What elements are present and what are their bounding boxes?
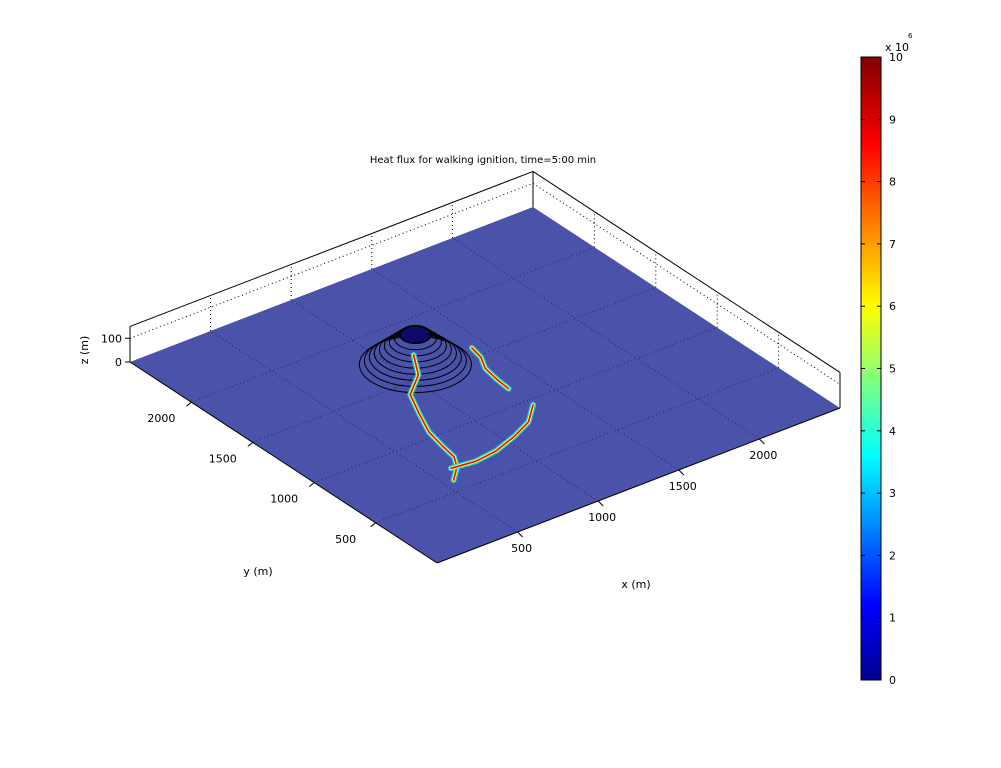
y-tick-mark <box>308 482 315 487</box>
plot-canvas: 500 1000 1500 2000 500 1000 1500 2000 0 100 Hea… <box>78 32 913 687</box>
colorbar-tick-label: 0 <box>889 674 896 687</box>
x-tick-mark <box>597 500 604 507</box>
x-tick-label: 500 <box>511 542 532 555</box>
x-tick-mark <box>678 469 685 476</box>
colorbar-tick-label: 1 <box>889 612 896 625</box>
colorbar: 012345678910 x 10 6 <box>860 32 913 687</box>
y-tick-mark <box>247 442 254 447</box>
y-tick-label: 1000 <box>270 493 298 506</box>
colorbar-exponent-label: x 10 <box>885 41 909 54</box>
colorbar-tick-label: 3 <box>889 487 896 500</box>
colorbar-tick-label: 5 <box>889 363 896 376</box>
z-tick-label: 100 <box>101 332 122 345</box>
y-tick-mark <box>186 401 192 407</box>
y-tick-label: 2000 <box>147 412 175 425</box>
colorbar-tick-label: 6 <box>889 300 896 313</box>
chart-title: Heat flux for walking ignition, time=5:0… <box>370 155 596 166</box>
x-axis-label: x (m) <box>621 578 650 591</box>
colorbar-tick-label: 2 <box>889 549 896 562</box>
z-tick-label: 0 <box>115 356 122 369</box>
x-tick-mark <box>517 531 523 538</box>
z-axis-label: z (m) <box>78 336 91 365</box>
x-tick-label: 1500 <box>669 480 697 493</box>
z-ticks: 0 100 <box>101 332 130 369</box>
colorbar-tick-label: 8 <box>889 176 896 189</box>
colorbar-tick-label: 9 <box>889 113 896 126</box>
colorbar-exponent-power: 6 <box>908 32 913 40</box>
y-axis-label: y (m) <box>243 565 272 578</box>
x-tick-label: 2000 <box>749 449 777 462</box>
x-tick-mark <box>759 438 765 445</box>
y-tick-mark <box>370 522 376 528</box>
colorbar-tick-label: 7 <box>889 238 896 251</box>
colorbar-tick-label: 4 <box>889 425 896 438</box>
x-tick-label: 1000 <box>588 511 616 524</box>
y-tick-label: 500 <box>335 533 356 546</box>
figure: 500 1000 1500 2000 500 1000 1500 2000 0 100 Hea… <box>0 0 1001 764</box>
y-tick-label: 1500 <box>209 452 237 465</box>
hill-summit <box>399 326 431 344</box>
